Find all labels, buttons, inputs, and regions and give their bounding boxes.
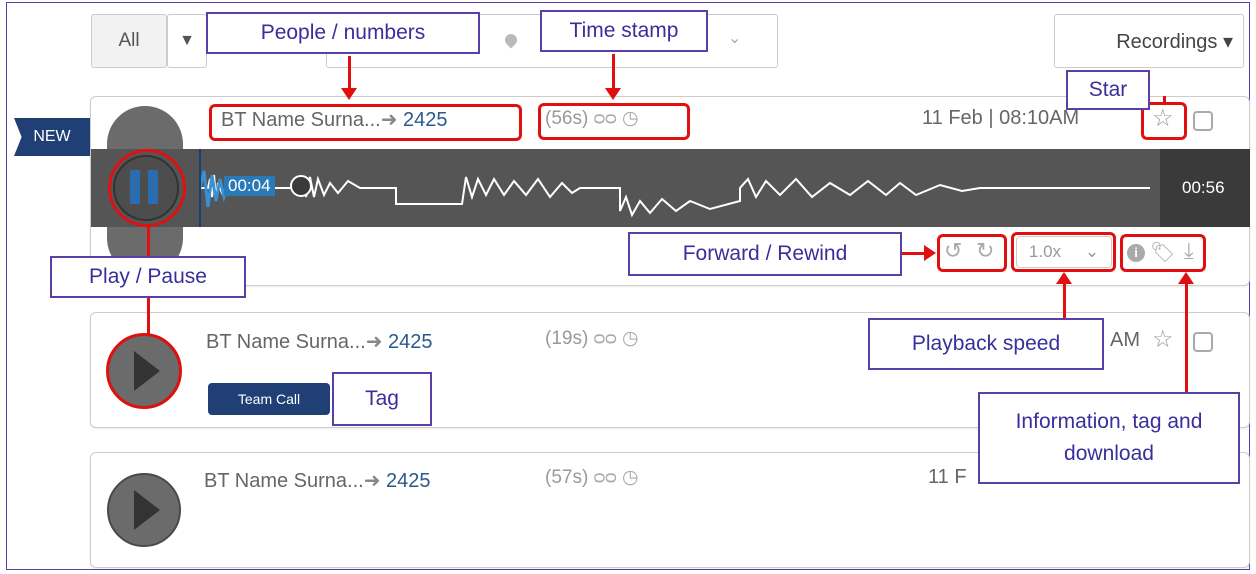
filter-all-button[interactable]: All [91,14,167,68]
arrow-people [341,88,357,100]
checkbox-icon[interactable] [1193,111,1213,131]
new-badge: NEW [14,118,90,156]
time-total: 00:56 [1182,178,1225,197]
arrow-speed [1056,272,1072,284]
callout-play-pause: Play / Pause [50,256,246,298]
call-date-1: 11 Feb | 08:10AM [922,107,1080,129]
filter-all-label: All [118,30,140,51]
chevron-down-icon[interactable]: ⌄ [728,28,741,48]
progress-line [199,149,201,227]
chevron-down-icon: ▼ [179,32,195,49]
duration-2: (19s) ᴑᴑ ◷ [545,328,639,349]
recordings-dropdown[interactable]: Recordings ▾ [1054,14,1244,68]
callout-playback-speed: Playback speed [868,318,1104,370]
arrow-forward [924,245,936,261]
connector-speed [1063,284,1066,319]
voicemail-icon: ᴑᴑ [593,328,617,349]
clock-icon: ◷ [621,328,639,349]
call-date-2: AM [1110,329,1140,351]
connector-timestamp [612,54,615,92]
callout-info-tag-download: Information, tag and download [978,392,1240,484]
time-elapsed: 00:04 [224,176,275,196]
connector-people [348,56,351,92]
highlight-pause [108,149,186,227]
connector-playpause-top [147,227,150,257]
arrow-info [1178,272,1194,284]
callout-forward-rewind: Forward / Rewind [628,232,902,276]
star-icon[interactable]: ☆ [1152,325,1174,354]
callout-time-stamp: Time stamp [540,10,708,52]
highlight-playback-speed [1011,232,1116,272]
connector-star [1163,96,1166,104]
filter-dropdown-button[interactable]: ▼ [167,14,207,68]
voicemail-icon: ᴑᴑ [593,467,617,488]
clock-icon: ◷ [621,467,639,488]
call-date-3: 11 F [928,466,967,488]
seek-handle[interactable] [290,175,312,197]
callout-tag: Tag [332,372,432,426]
tag-badge[interactable]: Team Call [208,383,330,415]
caller-info-2[interactable]: BT Name Surna...➜ 2425 [206,329,433,354]
waveform [200,170,1150,218]
highlight-info-tag-download [1120,234,1206,272]
highlight-time-stamp [538,103,690,140]
highlight-play [106,333,182,409]
connector-info [1185,284,1188,392]
caller-info-3[interactable]: BT Name Surna...➜ 2425 [204,468,431,493]
callout-people-numbers: People / numbers [206,12,480,54]
highlight-forward-rewind [937,234,1007,272]
arrow-timestamp [605,88,621,100]
connector-playpause-bottom [147,296,150,334]
highlight-people-numbers [209,104,522,141]
play-icon [134,490,160,530]
callout-star: Star [1066,70,1150,110]
duration-3: (57s) ᴑᴑ ◷ [545,467,639,488]
recordings-label: Recordings ▾ [1116,30,1233,53]
checkbox-icon[interactable] [1193,332,1213,352]
